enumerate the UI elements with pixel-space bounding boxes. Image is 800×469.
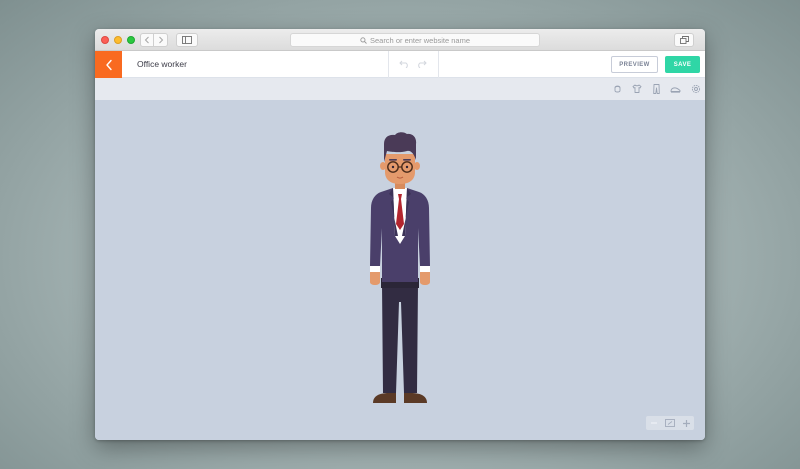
browser-forward-button[interactable] (154, 33, 168, 47)
chevron-left-icon (105, 59, 112, 70)
left-cuff (370, 266, 380, 272)
undo-icon (398, 60, 408, 68)
settings-icon (691, 84, 700, 93)
tabs-overview-button[interactable] (674, 33, 694, 47)
editor-back-button[interactable] (95, 51, 122, 78)
head-icon (614, 85, 621, 92)
address-bar[interactable]: Search or enter website name (290, 33, 540, 47)
category-toolbar (95, 78, 705, 100)
redo-button[interactable] (415, 59, 427, 69)
browser-back-button[interactable] (140, 33, 154, 47)
pants-icon (653, 83, 660, 94)
undo-button[interactable] (398, 59, 410, 69)
office-worker-character[interactable] (367, 132, 433, 407)
search-icon (360, 36, 367, 44)
zoom-in-icon (682, 419, 690, 427)
zoom-out-icon (651, 422, 657, 424)
settings-button[interactable] (690, 83, 701, 94)
left-hand (370, 271, 380, 285)
maximize-window-button[interactable] (127, 36, 135, 44)
chevron-right-icon (158, 36, 163, 44)
redo-icon (417, 60, 427, 68)
zoom-in-button[interactable] (679, 416, 693, 430)
zoom-out-button[interactable] (647, 416, 661, 430)
browser-window: Search or enter website name Office work… (95, 29, 705, 440)
zoom-controls (646, 416, 694, 430)
right-hand (420, 271, 430, 285)
fit-screen-button[interactable] (663, 416, 677, 430)
close-window-button[interactable] (101, 36, 109, 44)
editor-toolbar: Office worker PREVIEW SAVE (95, 51, 705, 78)
left-shoe (373, 393, 396, 403)
shoe-icon (670, 86, 681, 93)
browser-titlebar: Search or enter website name (95, 29, 705, 51)
shoes-category-button[interactable] (670, 83, 681, 94)
face (385, 154, 415, 184)
toolbar-divider (388, 51, 389, 78)
pants-category-button[interactable] (651, 83, 662, 94)
right-cuff (420, 266, 430, 272)
sidebar-toggle-button[interactable] (176, 33, 198, 47)
chevron-left-icon (144, 36, 149, 44)
minimize-window-button[interactable] (114, 36, 122, 44)
save-button[interactable]: SAVE (665, 56, 700, 73)
toolbar-divider (438, 51, 439, 78)
tabs-icon (679, 36, 689, 44)
shirt-category-button[interactable] (631, 83, 642, 94)
character-canvas[interactable] (95, 100, 705, 440)
address-bar-placeholder: Search or enter website name (369, 35, 471, 45)
trousers (382, 284, 418, 393)
head-category-button[interactable] (612, 83, 623, 94)
shirt-icon (632, 84, 641, 93)
preview-button[interactable]: PREVIEW (611, 56, 658, 73)
sidebar-icon (182, 36, 192, 44)
document-title[interactable]: Office worker (137, 51, 187, 78)
right-shoe (404, 393, 427, 403)
fit-screen-icon (665, 419, 675, 427)
